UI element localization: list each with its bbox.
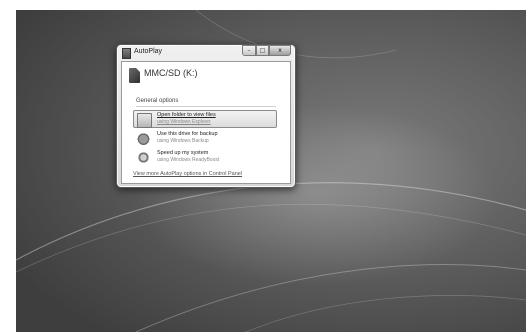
option-title: Speed up my system xyxy=(157,150,209,156)
window-title: AutoPlay xyxy=(134,48,163,55)
speed-icon xyxy=(137,151,150,164)
option-subtitle: using Windows ReadyBoost xyxy=(157,157,220,163)
autoplay-window: AutoPlay – □ x MMC/SD (K:) General optio… xyxy=(116,44,296,188)
desktop-background: AutoPlay – □ x MMC/SD (K:) General optio… xyxy=(16,10,526,332)
folder-icon xyxy=(137,113,152,128)
maximize-button[interactable]: □ xyxy=(256,45,269,56)
control-panel-link[interactable]: View more AutoPlay options in Control Pa… xyxy=(133,171,242,177)
drive-name: MMC/SD (K:) xyxy=(144,68,198,78)
option-title: Use this drive for backup xyxy=(157,131,218,137)
option-title: Open folder to view files xyxy=(157,112,216,118)
title-bar[interactable]: AutoPlay – □ x xyxy=(117,45,295,61)
option-subtitle: using Windows Explorer xyxy=(157,119,211,125)
minimize-button[interactable]: – xyxy=(242,45,256,56)
section-divider xyxy=(136,106,276,107)
section-label: General options xyxy=(136,98,179,104)
option-backup[interactable]: Use this drive for backup using Windows … xyxy=(133,129,277,147)
close-button[interactable]: x xyxy=(269,45,291,56)
option-open-folder[interactable]: Open folder to view files using Windows … xyxy=(133,110,277,128)
autoplay-icon xyxy=(122,48,131,59)
sd-card-icon xyxy=(129,68,140,83)
option-subtitle: using Windows Backup xyxy=(157,138,209,144)
dialog-content: MMC/SD (K:) General options Open folder … xyxy=(121,61,291,184)
backup-icon xyxy=(137,132,150,145)
option-readyboost[interactable]: Speed up my system using Windows ReadyBo… xyxy=(133,148,277,166)
